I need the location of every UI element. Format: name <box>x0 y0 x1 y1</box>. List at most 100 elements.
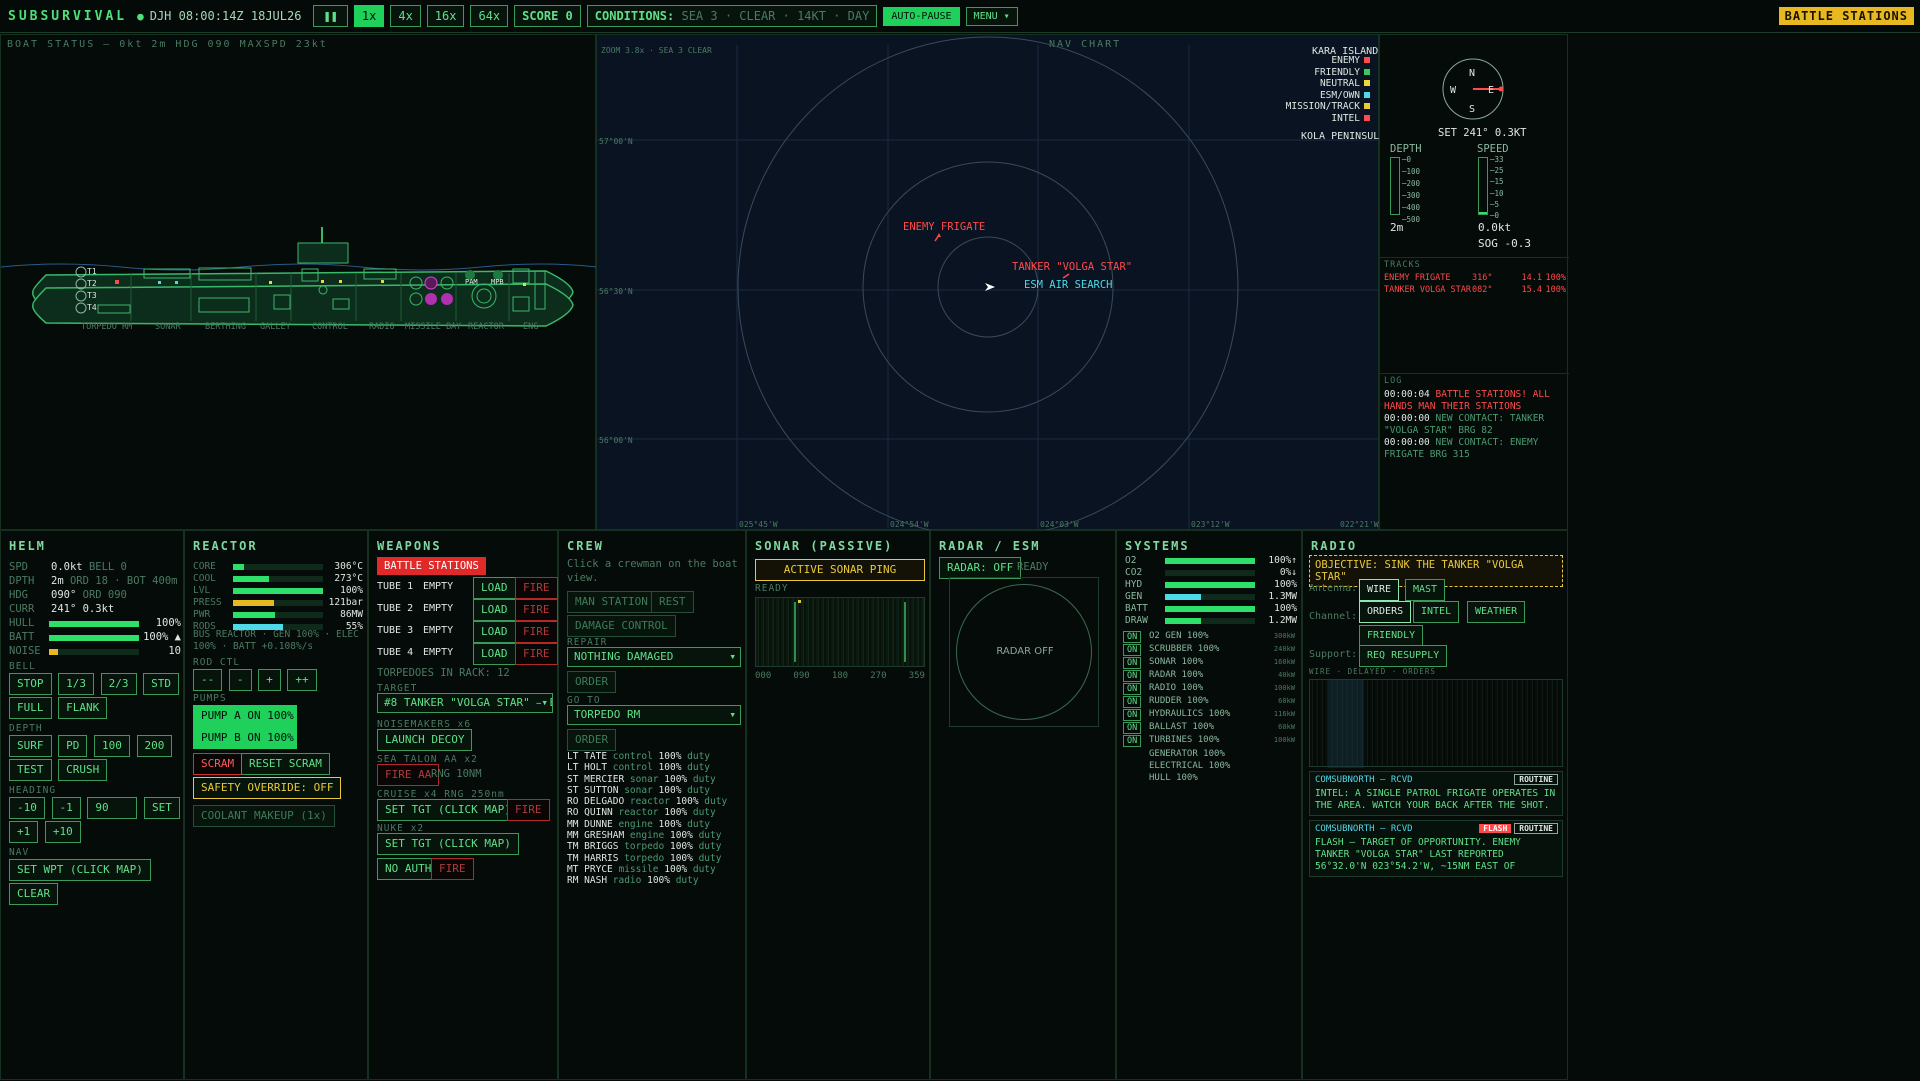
crew-member[interactable]: MM DUNNE engine 100% duty <box>567 819 727 830</box>
cruise-fire-button[interactable]: FIRE <box>507 799 550 821</box>
bell-flank-button[interactable]: FLANK <box>58 697 108 719</box>
heading-minus1-button[interactable]: -1 <box>51 797 81 819</box>
rod-fast-insert-button[interactable]: -- <box>193 669 223 691</box>
channel-intel-button[interactable]: INTEL <box>1413 601 1460 623</box>
tube-fire-button[interactable]: FIRE <box>515 621 558 643</box>
target-select[interactable]: #8 TANKER "VOLGA STAR" — BRG ▾ <box>377 693 553 713</box>
menu-button[interactable]: MENU ▾ <box>965 6 1018 26</box>
tube-fire-button[interactable]: FIRE <box>515 643 558 665</box>
heading-set-button[interactable]: SET <box>144 797 180 819</box>
system-on-toggle[interactable]: ON <box>1123 722 1142 734</box>
tube-fire-button[interactable]: FIRE <box>515 577 558 599</box>
track-row[interactable]: TANKER VOLGA STAR 082° 15.4 100% <box>1384 284 1566 296</box>
tube-load-button[interactable]: LOAD <box>473 577 516 599</box>
antenna-wire-button[interactable]: WIRE <box>1359 579 1400 601</box>
radar-toggle-button[interactable]: RADAR: OFF <box>939 557 1022 579</box>
crew-member[interactable]: LT TATE control 100% duty <box>567 751 727 762</box>
enemy-frigate-contact[interactable]: ENEMY FRIGATE <box>903 221 985 233</box>
launch-decoy-button[interactable]: LAUNCH DECOY <box>377 729 473 751</box>
system-on-toggle[interactable]: ON <box>1123 735 1142 747</box>
nuke-no-auth-button[interactable]: NO AUTH <box>377 858 440 880</box>
crew-member[interactable]: ST SUTTON sonar 100% duty <box>567 785 727 796</box>
crew-member[interactable]: TM BRIGGS torpedo 100% duty <box>567 841 727 852</box>
system-on-toggle[interactable]: ON <box>1123 644 1142 656</box>
crew-member[interactable]: MM GRESHAM engine 100% duty <box>567 830 727 841</box>
bell-std-button[interactable]: STD <box>143 673 179 695</box>
bell-third-button[interactable]: 1/3 <box>58 673 94 695</box>
crew-member[interactable]: RM NASH radio 100% duty <box>567 875 727 886</box>
tube-load-button[interactable]: LOAD <box>473 599 516 621</box>
system-name: RUDDER 100% <box>1149 696 1209 706</box>
antenna-mast-button[interactable]: MAST <box>1405 579 1446 601</box>
safety-override-toggle[interactable]: SAFETY OVERRIDE: OFF <box>193 777 342 799</box>
pause-button[interactable]: ❚❚ <box>313 5 348 27</box>
system-on-toggle[interactable]: ON <box>1123 696 1142 708</box>
crew-member[interactable]: RO QUINN reactor 100% duty <box>567 807 727 818</box>
active-sonar-ping-button[interactable]: ACTIVE SONAR PING <box>755 559 925 581</box>
system-on-toggle[interactable]: ON <box>1123 657 1142 669</box>
tube-load-button[interactable]: LOAD <box>473 643 516 665</box>
rod-insert-button[interactable]: - <box>228 669 252 691</box>
crew-member[interactable]: ST MERCIER sonar 100% duty <box>567 774 727 785</box>
clear-waypoint-button[interactable]: CLEAR <box>9 883 59 905</box>
nuke-set-target-button[interactable]: SET TGT (CLICK MAP) <box>377 833 519 855</box>
nav-chart-panel[interactable]: NAV CHART ZOOM 3.8x · SEA 3 CLEAR 57°00'… <box>596 34 1385 531</box>
goto-select[interactable]: TORPEDO RM ▾ <box>567 705 741 725</box>
set-waypoint-button[interactable]: SET WPT (CLICK MAP) <box>9 859 151 881</box>
reset-scram-button[interactable]: RESET SCRAM <box>241 753 330 775</box>
damage-control-button[interactable]: DAMAGE CONTROL <box>567 615 676 637</box>
repair-order-button[interactable]: ORDER <box>567 671 617 693</box>
bell-stop-button[interactable]: STOP <box>9 673 52 695</box>
depth-crush-button[interactable]: CRUSH <box>58 759 108 781</box>
heading-input[interactable]: 90 <box>87 797 138 819</box>
auto-pause-button[interactable]: AUTO-PAUSE <box>883 6 960 26</box>
fire-aa-button[interactable]: FIRE AA <box>377 764 440 786</box>
bell-full-button[interactable]: FULL <box>9 697 52 719</box>
system-on-toggle[interactable]: ON <box>1123 683 1142 695</box>
channel-orders-button[interactable]: ORDERS <box>1359 601 1412 623</box>
pump-a-toggle[interactable]: PUMP A ON 100% <box>193 705 297 727</box>
system-on-toggle[interactable]: ON <box>1123 709 1142 721</box>
channel-friendly-button[interactable]: FRIENDLY <box>1359 625 1424 647</box>
pump-b-toggle[interactable]: PUMP B ON 100% <box>193 727 297 749</box>
nuke-fire-button[interactable]: FIRE <box>431 858 474 880</box>
radio-message[interactable]: COMSUBNORTH — RCVD ROUTINE INTEL: A SINGLE… <box>1309 771 1563 816</box>
request-resupply-button[interactable]: REQ RESUPPLY <box>1359 645 1448 667</box>
coolant-makeup-button[interactable]: COOLANT MAKEUP (1x) <box>193 805 335 827</box>
channel-weather-button[interactable]: WEATHER <box>1467 601 1526 623</box>
depth-test-button[interactable]: TEST <box>9 759 52 781</box>
speed-16x-button[interactable]: 16x <box>426 5 465 27</box>
heading-minus10-button[interactable]: -10 <box>9 797 45 819</box>
speed-64x-button[interactable]: 64x <box>470 5 509 27</box>
scram-button[interactable]: SCRAM <box>193 753 243 775</box>
system-on-toggle[interactable]: ON <box>1123 670 1142 682</box>
tube-fire-button[interactable]: FIRE <box>515 599 558 621</box>
bell-two-thirds-button[interactable]: 2/3 <box>100 673 137 695</box>
cruise-set-target-button[interactable]: SET TGT (CLICK MAP) <box>377 799 519 821</box>
repair-select[interactable]: NOTHING DAMAGED ▾ <box>567 647 741 667</box>
heading-plus10-button[interactable]: +10 <box>44 821 81 843</box>
legend-item: INTEL <box>1286 113 1370 125</box>
tube-load-button[interactable]: LOAD <box>473 621 516 643</box>
speed-1x-button[interactable]: 1x <box>353 5 385 27</box>
radio-message[interactable]: COMSUBNORTH — RCVD FLASH ROUTINE FLASH — TA… <box>1309 820 1563 877</box>
rod-fast-withdraw-button[interactable]: ++ <box>287 669 317 691</box>
rest-button[interactable]: REST <box>651 591 694 613</box>
goto-order-button[interactable]: ORDER <box>567 729 617 751</box>
depth-pd-button[interactable]: PD <box>58 735 88 757</box>
crew-member[interactable]: RO DELGADO reactor 100% duty <box>567 796 727 807</box>
crew-member[interactable]: LT HOLT control 100% duty <box>567 762 727 773</box>
system-on-toggle[interactable]: ON <box>1123 631 1142 643</box>
crew-member[interactable]: MT PRYCE missile 100% duty <box>567 864 727 875</box>
speed-4x-button[interactable]: 4x <box>390 5 421 27</box>
depth-200-button[interactable]: 200 <box>136 735 173 757</box>
tanker-contact[interactable]: TANKER "VOLGA STAR" <box>1012 261 1132 273</box>
track-row[interactable]: ENEMY FRIGATE 316° 14.1 100% <box>1384 272 1566 284</box>
crew-member[interactable]: TM HARRIS torpedo 100% duty <box>567 853 727 864</box>
depth-100-button[interactable]: 100 <box>94 735 130 757</box>
rod-withdraw-button[interactable]: + <box>258 669 281 691</box>
heading-plus1-button[interactable]: +1 <box>9 821 39 843</box>
nav-chart-map[interactable] <box>597 35 1380 531</box>
depth-surf-button[interactable]: SURF <box>9 735 52 757</box>
man-station-button[interactable]: MAN STATION <box>567 591 656 613</box>
